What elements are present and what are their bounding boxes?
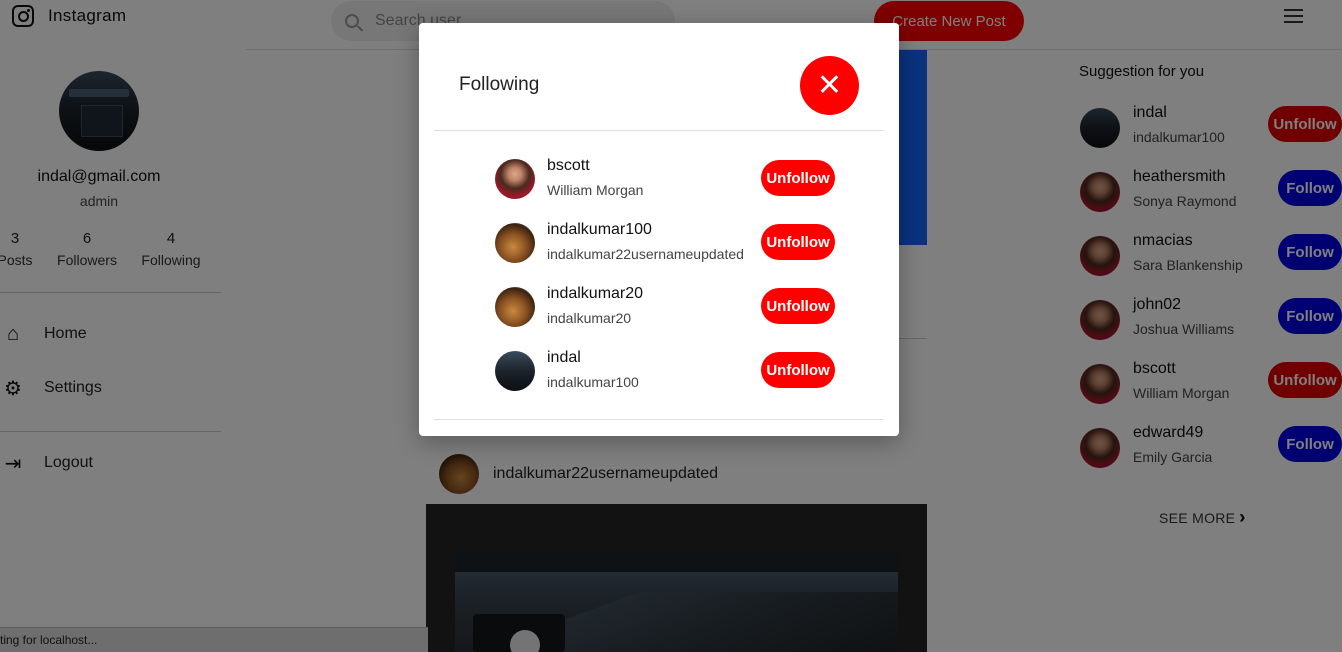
following-subtitle: indalkumar100 — [547, 374, 639, 390]
following-subtitle: indalkumar20 — [547, 310, 632, 326]
unfollow-button[interactable]: Unfollow — [761, 288, 835, 324]
dialog-title: Following — [459, 74, 540, 95]
avatar[interactable] — [495, 287, 535, 327]
following-item: indalkumar100 indalkumar22usernameupdate… — [495, 221, 835, 265]
avatar[interactable] — [495, 159, 535, 199]
close-button[interactable]: ✕ — [800, 56, 859, 115]
unfollow-button[interactable]: Unfollow — [761, 352, 835, 388]
dialog-divider — [434, 130, 883, 131]
following-item: indal indalkumar100 Unfollow — [495, 349, 835, 393]
unfollow-button[interactable]: Unfollow — [761, 224, 835, 260]
following-item: indalkumar20 indalkumar20 Unfollow — [495, 285, 835, 329]
following-subtitle: William Morgan — [547, 182, 644, 198]
following-name[interactable]: bscott — [547, 157, 590, 175]
avatar[interactable] — [495, 351, 535, 391]
following-subtitle: indalkumar22usernameupdated — [547, 246, 744, 262]
avatar[interactable] — [495, 223, 535, 263]
following-name[interactable]: indal — [547, 349, 581, 367]
dialog-divider — [434, 419, 883, 420]
close-icon: ✕ — [816, 68, 843, 103]
following-item: bscott William Morgan Unfollow — [495, 157, 835, 201]
following-name[interactable]: indalkumar20 — [547, 285, 643, 303]
following-dialog: Following ✕ bscott William Morgan Unfoll… — [419, 23, 899, 436]
unfollow-button[interactable]: Unfollow — [761, 160, 835, 196]
following-name[interactable]: indalkumar100 — [547, 221, 652, 239]
